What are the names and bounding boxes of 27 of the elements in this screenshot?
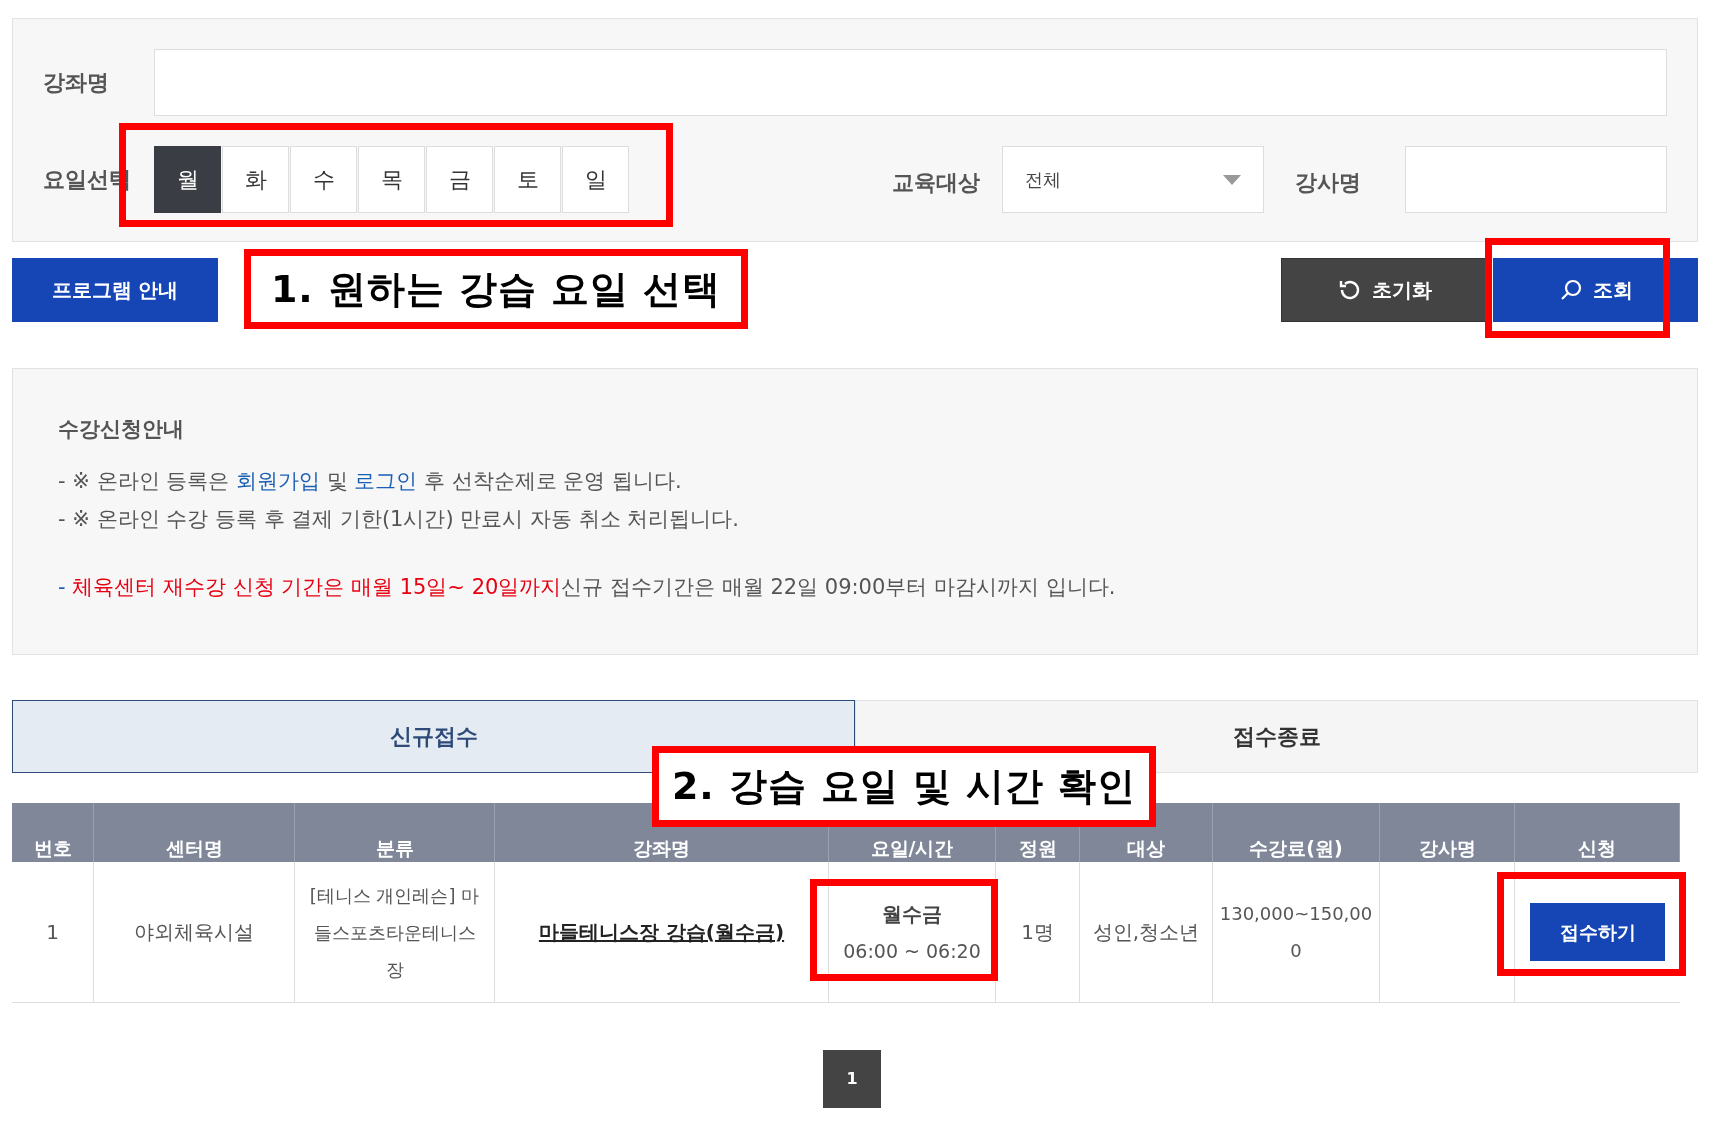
table-cell: [테니스 개인레슨] 마들스포츠타운테니스장 — [295, 862, 495, 1002]
field-label: 강사명 — [1294, 169, 1362, 197]
field-label: 교육대상 — [892, 169, 981, 197]
notice-text: - 체육센터 재수강 신청 기간은 매월 15일~ 20일까지신규 접수기간은 매월 22일 09:00부터 마감시까지 입니다. — [58, 573, 1117, 601]
table-cell-text: 06:00 ~ 06:20 — [843, 938, 981, 964]
notice-title: 수강신청안내 — [58, 416, 185, 443]
column-header: 요일/시간 — [870, 837, 954, 859]
table-cell: 130,000~150,000 — [1213, 862, 1380, 1002]
column-header: 강사명 — [1418, 837, 1476, 859]
column-header: 센터명 — [165, 837, 223, 859]
table-cell: 성인,청소년 — [1080, 862, 1213, 1002]
callout-tooltip: 2. 강습 요일 및 시간 확인 — [652, 746, 1156, 827]
column-header: 번호 — [33, 837, 72, 859]
column-header: 대상 — [1127, 837, 1165, 859]
table-cell-text: 월수금 — [882, 900, 942, 928]
field-label: 강좌명 — [43, 69, 110, 97]
column-header: 강좌명 — [633, 837, 690, 859]
column-header: 신청 — [1578, 837, 1616, 859]
notice-text: - ※ 온라인 수강 등록 후 결제 기한(1시간) 만료시 자동 취소 처리됩니다. — [58, 505, 741, 533]
table-cell: 1명 — [996, 862, 1080, 1002]
table-cell: 1 — [12, 862, 94, 1002]
callout-tooltip: 1. 원하는 강습 요일 선택 — [244, 249, 748, 329]
column-header: 분류 — [375, 837, 414, 859]
notice-text: - ※ 온라인 등록은 회원가입 및 로그인 후 선착순제로 운영 됩니다. — [58, 467, 683, 495]
column-header: 정원 — [1018, 837, 1057, 859]
table-cell: 야외체육시설 — [94, 862, 295, 1002]
column-header: 수강료(원) — [1249, 837, 1343, 859]
